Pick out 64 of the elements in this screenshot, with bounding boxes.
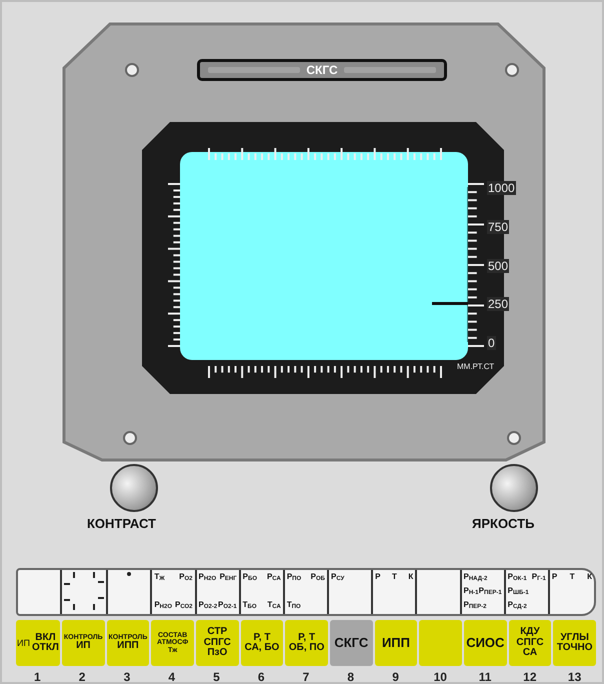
parameter-label: Р$_{ЕНГ}$ bbox=[220, 572, 237, 584]
key-number: 3 bbox=[122, 670, 132, 682]
parameter-label: Т$_{ПО}$ bbox=[286, 600, 301, 612]
dot-icon bbox=[127, 572, 132, 576]
key-number: 4 bbox=[167, 670, 176, 682]
function-key[interactable]: Р, Т СА, БО bbox=[240, 620, 284, 666]
parameter-label: Т bbox=[570, 572, 575, 581]
key-number: 5 bbox=[212, 670, 221, 682]
parameter-label: Т bbox=[392, 572, 397, 581]
parameter-label: Р$_{О2}$ bbox=[179, 572, 192, 584]
parameter-label: Р$_{СО2}$ bbox=[174, 600, 192, 612]
unit-label: ММ.РТ.СТ bbox=[457, 362, 494, 371]
function-key[interactable]: СТР СПГС ПзО bbox=[196, 620, 239, 666]
parameter-label: Р$_{О2-2}$ bbox=[198, 600, 218, 612]
parameter-label: Р$_{ПЕР-1}$ bbox=[478, 586, 502, 598]
parameter-label: Р$_{БО}$ bbox=[242, 572, 257, 584]
parameter-label: К bbox=[408, 572, 414, 581]
scale-label: 750 bbox=[487, 220, 510, 234]
parameter-label: Р$_{Г-1}$ bbox=[532, 572, 546, 584]
parameter-label: Р bbox=[552, 572, 558, 581]
parameter-label: К bbox=[587, 572, 592, 581]
key-number: 1 bbox=[33, 670, 42, 682]
parameter-label: Т$_{БО}$ bbox=[242, 600, 257, 612]
parameter-label: Р$_{ОБ}$ bbox=[310, 572, 325, 584]
parameter-label: Р$_{Н-1}$ bbox=[464, 586, 479, 598]
parameter-label: Т$_{Ж}$ bbox=[154, 572, 165, 584]
function-key[interactable]: Р, Т ОБ, ПО bbox=[285, 620, 328, 666]
parameter-label: Р$_{СУ}$ bbox=[331, 572, 344, 584]
key-number: 11 bbox=[478, 670, 492, 682]
function-key[interactable]: СИОС bbox=[464, 620, 507, 666]
tick-marks-icon bbox=[64, 572, 104, 610]
key-number: 6 bbox=[256, 670, 266, 682]
key-number: 7 bbox=[302, 670, 310, 682]
parameter-label: Р$_{НАД-2}$ bbox=[464, 572, 488, 584]
key-number: 8 bbox=[346, 670, 356, 682]
key-number: 2 bbox=[78, 670, 86, 682]
function-key[interactable]: УГЛЫ ТОЧНО bbox=[553, 620, 596, 666]
key-number: 13 bbox=[566, 670, 582, 682]
control-knob[interactable] bbox=[490, 464, 538, 512]
lit-indicator-label: СКГС bbox=[306, 63, 338, 77]
function-key[interactable]: КДУ СПГС СА bbox=[508, 620, 552, 666]
scale-label: 250 bbox=[487, 297, 510, 312]
parameter-label: Р bbox=[375, 572, 380, 581]
parameter-label: Р$_{ПО}$ bbox=[286, 572, 302, 584]
parameter-label: Р$_{СА}$ bbox=[266, 572, 281, 584]
knob-label: ЯРКОСТЬ bbox=[472, 516, 534, 531]
function-key[interactable]: СКГС bbox=[330, 620, 373, 666]
parameter-label: Р$_{ШБ-1}$ bbox=[508, 586, 529, 598]
function-key[interactable]: ИПП bbox=[374, 620, 418, 666]
parameter-label: Р$_{ОК-1}$ bbox=[508, 572, 527, 584]
knob-label: КОНТРАСТ bbox=[87, 516, 156, 531]
parameter-label: Т$_{СА}$ bbox=[267, 600, 281, 612]
control-knob[interactable] bbox=[110, 464, 158, 512]
key-number: 12 bbox=[522, 670, 538, 682]
key-number: 10 bbox=[432, 670, 448, 682]
scale-label: 500 bbox=[487, 258, 510, 272]
scale-label: 1000 bbox=[487, 181, 516, 195]
scale-label: 0 bbox=[487, 336, 496, 350]
parameter-label: Р$_{ПЕР-2}$ bbox=[464, 600, 486, 612]
parameter-label: Р$_{Н2О}$ bbox=[198, 572, 216, 584]
parameter-label: Р$_{Н2О}$ bbox=[154, 600, 172, 612]
parameter-label: Р$_{СД-2}$ bbox=[508, 600, 527, 612]
parameter-label: Р$_{О2-1}$ bbox=[218, 600, 237, 612]
key-number: 9 bbox=[391, 670, 400, 682]
